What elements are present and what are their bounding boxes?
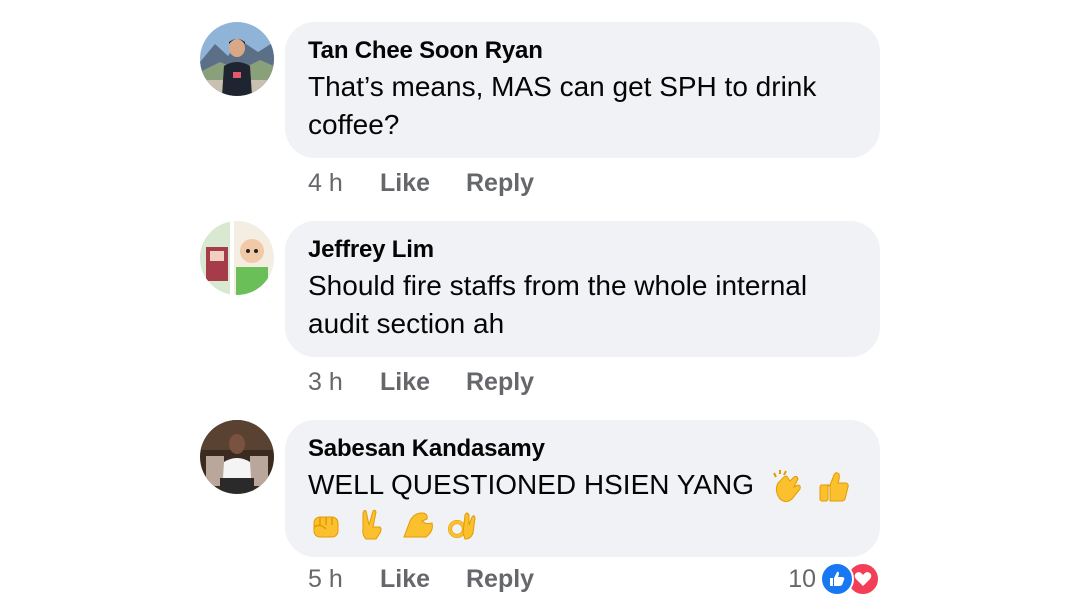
avatar-photo-icon: [200, 22, 274, 96]
avatar[interactable]: [200, 221, 274, 295]
avatar-cartoon-icon: [200, 221, 274, 295]
comment-timestamp[interactable]: 3 h: [308, 364, 343, 400]
comment-thread: Tan Chee Soon Ryan That’s means, MAS can…: [0, 0, 1080, 607]
comment-author[interactable]: Sabesan Kandasamy: [308, 434, 858, 464]
avatar-photo-icon: [200, 420, 274, 494]
like-button[interactable]: Like: [380, 561, 430, 597]
comment-text: WELL QUESTIONED HSIEN YANG: [308, 466, 858, 543]
clapping-hands-icon: [770, 469, 806, 505]
comment-text-content: WELL QUESTIONED HSIEN YANG: [308, 469, 755, 500]
reply-button[interactable]: Reply: [466, 561, 534, 597]
reaction-count: 10: [788, 565, 816, 593]
comment-actions: 4 h Like Reply: [308, 165, 880, 201]
victory-hand-icon: [354, 507, 390, 543]
avatar[interactable]: [200, 22, 274, 96]
comment-bubble: Sabesan Kandasamy WELL QUESTIONED HSIEN …: [285, 420, 880, 558]
comment-text: That’s means, MAS can get SPH to drink c…: [308, 71, 817, 140]
comment-actions: 3 h Like Reply: [308, 364, 880, 400]
comment-author[interactable]: Tan Chee Soon Ryan: [308, 36, 858, 66]
reaction-summary[interactable]: 10: [788, 561, 880, 597]
raised-fist-icon: [308, 507, 344, 543]
reply-button[interactable]: Reply: [466, 165, 534, 201]
avatar[interactable]: [200, 420, 274, 494]
like-button[interactable]: Like: [380, 165, 430, 201]
thumbs-up-icon: [816, 469, 852, 505]
reply-button[interactable]: Reply: [466, 364, 534, 400]
like-button[interactable]: Like: [380, 364, 430, 400]
comment-actions: 5 h Like Reply 10: [308, 561, 880, 597]
comment-bubble: Jeffrey Lim Should fire staffs from the …: [285, 221, 880, 357]
comment-timestamp[interactable]: 4 h: [308, 165, 343, 201]
comment-author[interactable]: Jeffrey Lim: [308, 235, 858, 265]
flexed-biceps-icon: [400, 507, 436, 543]
comment-timestamp[interactable]: 5 h: [308, 561, 343, 597]
ok-hand-icon: [445, 507, 481, 543]
like-reaction-icon: [820, 562, 854, 596]
comment-bubble: Tan Chee Soon Ryan That’s means, MAS can…: [285, 22, 880, 158]
comment-text: Should fire staffs from the whole intern…: [308, 270, 808, 339]
